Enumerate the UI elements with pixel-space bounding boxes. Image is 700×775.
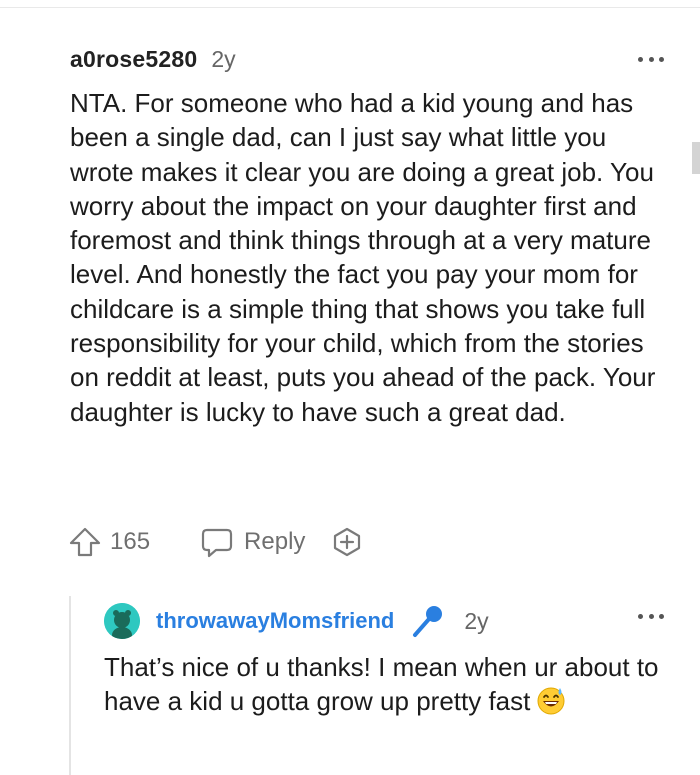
award-button[interactable] bbox=[331, 526, 363, 558]
microphone-icon bbox=[410, 604, 446, 638]
comment-header: a0rose5280 2y bbox=[70, 44, 236, 74]
scrollbar-thumb[interactable] bbox=[692, 142, 700, 174]
snoo-avatar-icon bbox=[104, 603, 140, 639]
reply-body: That’s nice of u thanks! I mean when ur … bbox=[104, 650, 664, 724]
reply-age: 2y bbox=[464, 607, 489, 634]
upvote-arrow-icon bbox=[69, 527, 101, 557]
reply-header: throwawayMomsfriend 2y bbox=[104, 603, 489, 639]
comment-username[interactable]: a0rose5280 bbox=[70, 46, 197, 73]
avatar[interactable] bbox=[104, 603, 140, 639]
speech-bubble-icon bbox=[201, 528, 233, 558]
vote-count: 165 bbox=[110, 528, 151, 555]
upvote-button[interactable]: 165 bbox=[68, 526, 150, 558]
grinning-sweat-emoji bbox=[536, 685, 566, 723]
reply-body-text: That’s nice of u thanks! I mean when ur … bbox=[104, 652, 659, 717]
reply-label: Reply bbox=[244, 528, 306, 555]
comment-age: 2y bbox=[211, 45, 236, 72]
reply-username[interactable]: throwawayMomsfriend bbox=[156, 608, 394, 634]
comment-body: NTA. For someone who had a kid young and… bbox=[70, 88, 656, 427]
comment-actions: 165 Reply bbox=[68, 524, 363, 560]
thread-line[interactable] bbox=[69, 596, 71, 775]
comment-more-options-icon[interactable] bbox=[638, 54, 664, 64]
top-divider bbox=[0, 7, 700, 8]
reply-button[interactable]: Reply bbox=[200, 526, 305, 558]
award-plus-icon bbox=[334, 527, 361, 557]
reply-more-options-icon[interactable] bbox=[638, 611, 664, 621]
